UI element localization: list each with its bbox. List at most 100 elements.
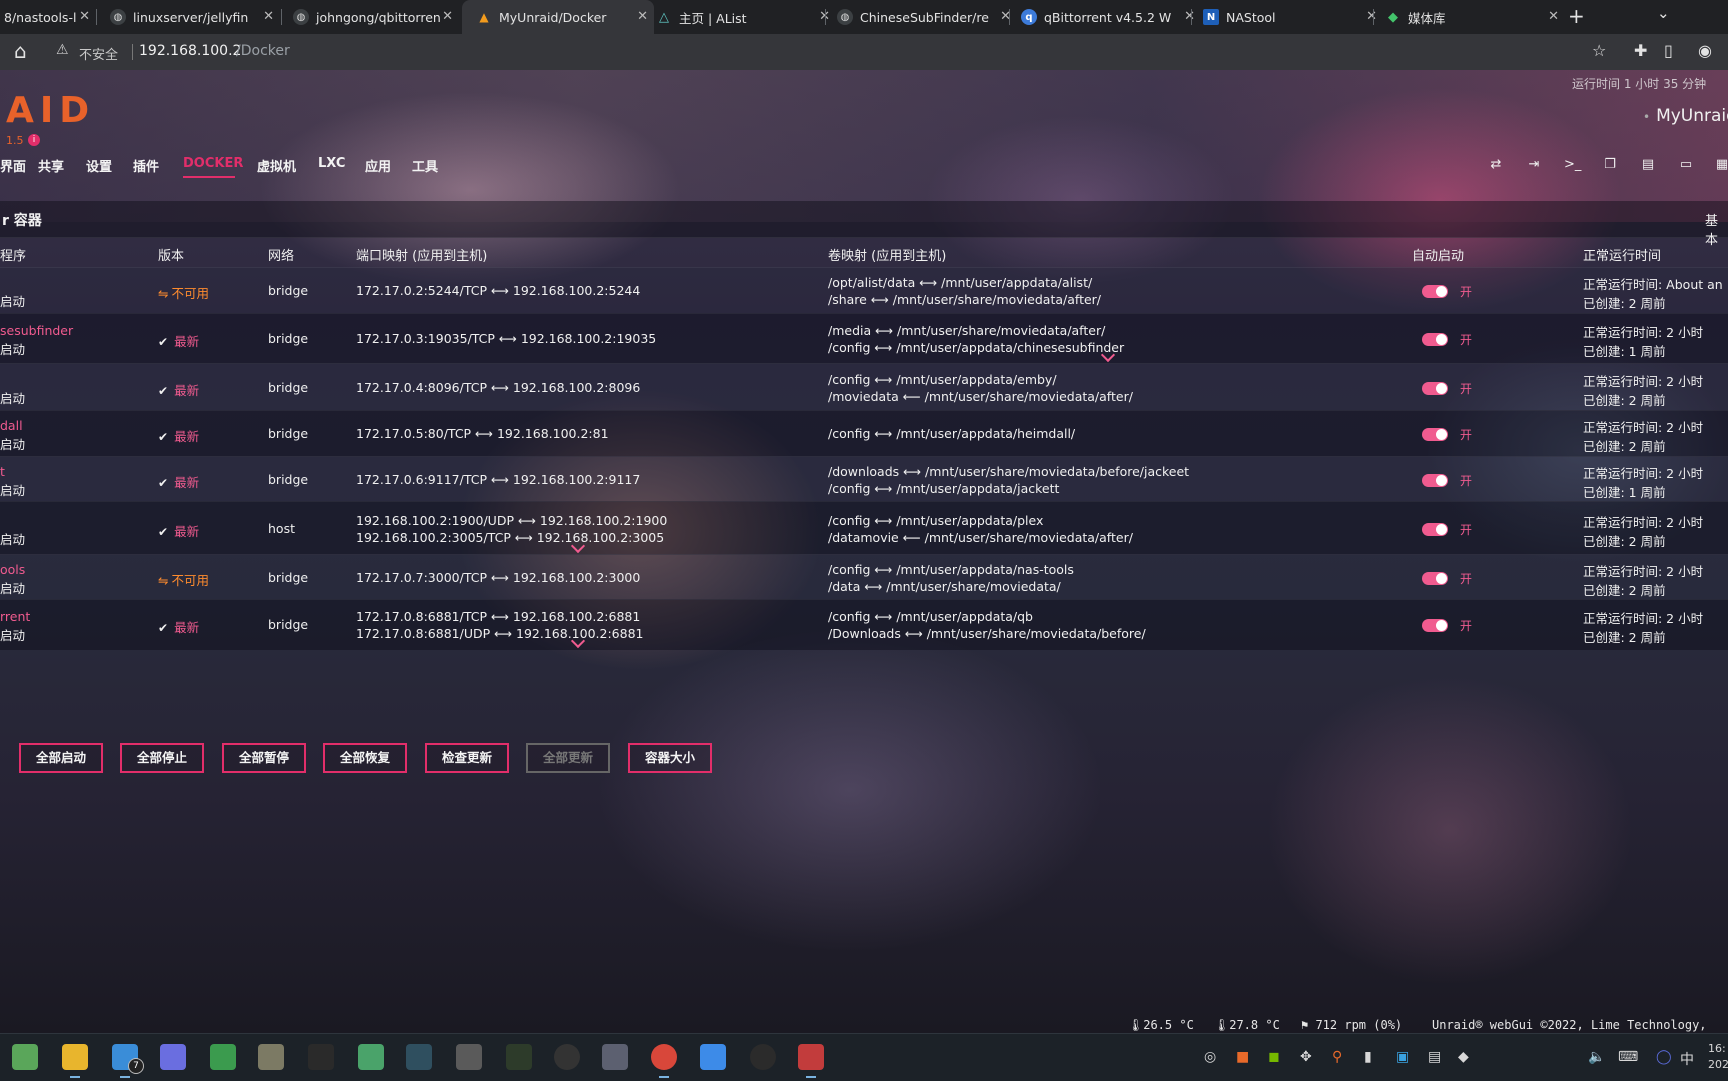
col-volumes[interactable]: 卷映射 (应用到主机) — [828, 245, 946, 264]
mail-icon[interactable]: 7 — [112, 1044, 144, 1078]
pause-all-button[interactable]: 全部暂停 — [222, 743, 306, 773]
tph-icon[interactable] — [358, 1044, 384, 1070]
app-name[interactable]: dall — [0, 418, 23, 433]
autostart-toggle[interactable] — [1422, 382, 1448, 395]
container-size-button[interactable]: 容器大小 — [628, 743, 712, 773]
logout-icon[interactable]: ⇥ — [1526, 157, 1542, 172]
nav-tools[interactable]: 工具 — [412, 156, 438, 175]
photos-icon[interactable] — [160, 1044, 186, 1070]
app-green-icon[interactable] — [210, 1044, 236, 1070]
loop-icon[interactable]: ⇄ — [1488, 157, 1504, 172]
tray-mic-icon[interactable]: ▮ — [1364, 1049, 1372, 1065]
version-status[interactable]: 最新 — [158, 521, 199, 540]
app-name[interactable]: sesubfinder — [0, 323, 73, 338]
tab-chinesesubfinder[interactable]: ◍ ChineseSubFinder/re ✕ — [827, 0, 1017, 34]
volume-icon[interactable]: 🔈 — [1588, 1049, 1605, 1065]
tab-nastool[interactable]: N NAStool ✕ — [1193, 0, 1383, 34]
check-updates-button[interactable]: 检查更新 — [425, 743, 509, 773]
copy-icon[interactable]: ❐ — [1602, 157, 1618, 172]
security-label[interactable]: 不安全 — [79, 44, 118, 63]
copyright[interactable]: Unraid® webGui ©2022, Lime Technology, — [1432, 1018, 1707, 1032]
nav-apps[interactable]: 应用 — [365, 156, 391, 175]
nav-docker[interactable]: DOCKER — [183, 156, 243, 171]
app-name[interactable]: rrent — [0, 609, 30, 624]
close-icon[interactable]: ✕ — [1548, 9, 1559, 24]
version-status[interactable]: 最新 — [158, 380, 199, 399]
app-name[interactable]: ools — [0, 562, 25, 577]
version-status[interactable]: 最新 — [158, 617, 199, 636]
feishu-icon[interactable] — [700, 1044, 726, 1070]
tray-app4-icon[interactable]: ◆ — [1458, 1049, 1469, 1065]
clock-date[interactable]: 202 — [1708, 1058, 1728, 1071]
nav-plugins[interactable]: 插件 — [133, 156, 159, 175]
raft-icon[interactable] — [406, 1044, 432, 1070]
tray-search-icon[interactable]: ⚲ — [1332, 1049, 1342, 1065]
version-status[interactable]: 最新 — [158, 472, 199, 491]
tab-qbittorrent-webui[interactable]: q qBittorrent v4.5.2 W ✕ — [1011, 0, 1201, 34]
version-status[interactable]: 最新 — [158, 426, 199, 445]
col-version[interactable]: 版本 — [158, 245, 184, 264]
app-dark-icon[interactable] — [506, 1044, 532, 1070]
col-autostart[interactable]: 自动启动 — [1412, 245, 1464, 264]
home-icon[interactable]: ⌂ — [14, 39, 27, 63]
stop-all-button[interactable]: 全部停止 — [120, 743, 204, 773]
feedback-icon[interactable]: ▤ — [1640, 157, 1656, 172]
autostart-toggle[interactable] — [1422, 333, 1448, 346]
tab-search-icon[interactable]: ⌄ — [1657, 4, 1670, 22]
tray-app3-icon[interactable]: ▤ — [1428, 1049, 1441, 1065]
obs-icon[interactable] — [750, 1044, 776, 1070]
autostart-toggle[interactable] — [1422, 619, 1448, 632]
version-status[interactable]: 不可用 — [158, 570, 209, 589]
nav-settings[interactable]: 设置 — [86, 156, 112, 175]
nav-shares[interactable]: 共享 — [38, 156, 64, 175]
autostart-toggle[interactable] — [1422, 285, 1448, 298]
start-all-button[interactable]: 全部启动 — [19, 743, 103, 773]
col-uptime[interactable]: 正常运行时间 — [1583, 245, 1661, 264]
unraid-logo[interactable]: AID — [6, 90, 95, 131]
more-icon[interactable]: ▦ — [1714, 157, 1728, 172]
tab-nastools[interactable]: 8/nastools-l ✕ — [0, 0, 96, 34]
url-host[interactable]: 192.168.100.2 — [139, 43, 241, 59]
resume-all-button[interactable]: 全部恢复 — [323, 743, 407, 773]
app-window-icon[interactable] — [602, 1044, 628, 1070]
nav-dashboard[interactable]: 界面 — [0, 156, 26, 175]
network-icon[interactable]: ⌨ — [1618, 1049, 1638, 1065]
close-icon[interactable]: ✕ — [79, 9, 90, 24]
close-icon[interactable]: ✕ — [442, 9, 453, 24]
ime-indicator[interactable]: 中 — [1680, 1049, 1694, 1069]
autostart-toggle[interactable] — [1422, 428, 1448, 441]
col-app[interactable]: 程序 — [0, 245, 26, 264]
extensions-icon[interactable]: ✚ — [1634, 41, 1647, 60]
app-name[interactable]: t — [0, 464, 5, 479]
new-tab-button[interactable]: + — [1568, 4, 1585, 28]
terminal-icon[interactable]: >_ — [1564, 157, 1581, 172]
tab-qbittorrent-github[interactable]: ◍ johngong/qbittorren ✕ — [283, 0, 459, 34]
app-gear-icon[interactable] — [258, 1044, 284, 1070]
info-icon[interactable]: i — [28, 134, 40, 146]
tab-media-library[interactable]: ◆ 媒体库 ✕ — [1375, 0, 1565, 34]
tray-circle-icon[interactable]: ◯ — [1656, 1049, 1672, 1065]
file-explorer-icon[interactable] — [62, 1044, 88, 1078]
monitor-icon[interactable]: ▭ — [1678, 157, 1694, 172]
tray-move-icon[interactable]: ✥ — [1300, 1049, 1312, 1065]
tray-steam-icon[interactable]: ◎ — [1204, 1049, 1216, 1065]
nav-vms[interactable]: 虚拟机 — [257, 156, 296, 175]
side-panel-icon[interactable]: ▯ — [1664, 41, 1673, 60]
autostart-toggle[interactable] — [1422, 572, 1448, 585]
tray-app2-icon[interactable]: ▣ — [1396, 1049, 1409, 1065]
col-network[interactable]: 网络 — [268, 245, 294, 264]
close-icon[interactable]: ✕ — [263, 9, 274, 24]
autostart-toggle[interactable] — [1422, 523, 1448, 536]
tab-jellyfin[interactable]: ◍ linuxserver/jellyfin ✕ — [100, 0, 280, 34]
version-status[interactable]: 不可用 — [158, 283, 209, 302]
jc4-icon[interactable] — [308, 1044, 334, 1070]
tray-nvidia-icon[interactable]: ◼ — [1268, 1049, 1280, 1065]
version-status[interactable]: 最新 — [158, 331, 199, 350]
app-red-icon[interactable] — [798, 1044, 824, 1078]
autostart-toggle[interactable] — [1422, 474, 1448, 487]
url-path[interactable]: /Docker — [236, 43, 290, 59]
start-icon[interactable] — [12, 1044, 38, 1070]
tab-alist[interactable]: △ 主页 | AList ✕ — [642, 0, 836, 34]
game-icon[interactable] — [456, 1044, 482, 1070]
tray-app-icon[interactable]: ■ — [1236, 1049, 1249, 1065]
